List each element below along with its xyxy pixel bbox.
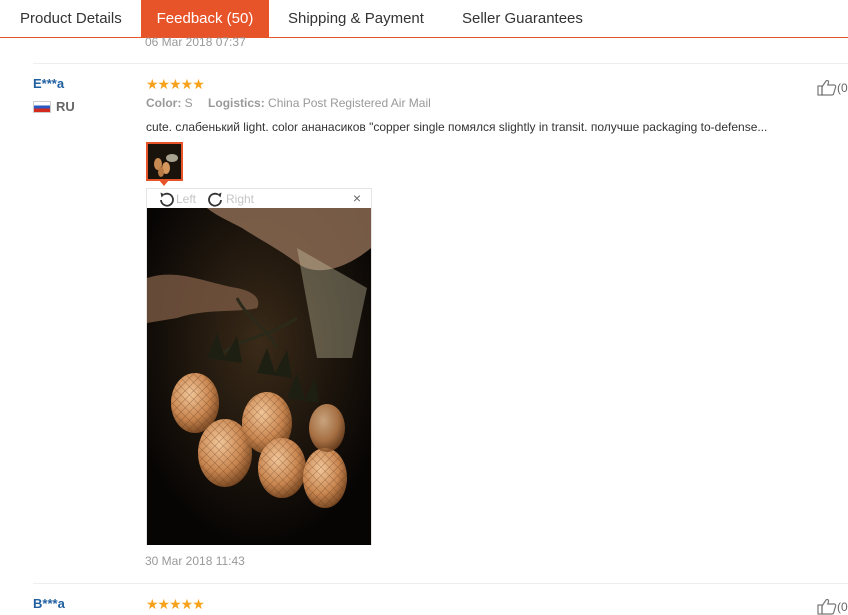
reviewer-name[interactable]: E***a [33, 76, 64, 91]
thumbs-up-icon [817, 79, 837, 96]
tab-bar: Product Details Feedback (50) Shipping &… [0, 0, 848, 38]
close-viewer-button[interactable]: × [353, 190, 361, 206]
next-star-rating: ★★★★★ [146, 596, 205, 612]
thumbnail-pointer [159, 180, 169, 186]
next-reviewer-name[interactable]: B***a [33, 596, 65, 611]
logistics-value: China Post Registered Air Mail [268, 96, 431, 110]
country-code: RU [56, 99, 75, 114]
rotate-right-label: Right [226, 191, 255, 206]
review-photo [147, 208, 371, 545]
tab-product-details[interactable]: Product Details [20, 0, 122, 37]
helpful-count: (0 [837, 80, 848, 95]
russia-flag-icon [33, 100, 51, 113]
photo-viewer: Left Right × [146, 188, 372, 545]
color-value: S [184, 96, 193, 110]
rotate-right-icon [208, 192, 222, 207]
review-text: cute. слабенький light. color ананасиков… [146, 120, 768, 134]
helpful-button[interactable]: (0 [817, 79, 848, 96]
previous-review-date: 06 Mar 2018 07:37 [145, 35, 246, 49]
review-divider [33, 63, 848, 64]
rotate-left-icon [160, 192, 174, 207]
rotate-left-label: Left [176, 191, 197, 206]
rotate-left-button[interactable]: Left [157, 189, 196, 208]
star-rating: ★★★★★ [146, 76, 205, 92]
tab-shipping-payment[interactable]: Shipping & Payment [288, 0, 424, 37]
logistics-label: Logistics: [208, 96, 265, 110]
review-attributes: Color: S Logistics: China Post Registere… [146, 96, 431, 110]
next-helpful-button[interactable]: (0 [817, 598, 848, 615]
tab-seller-guarantees[interactable]: Seller Guarantees [462, 0, 583, 37]
color-label: Color: [146, 96, 182, 110]
tab-feedback[interactable]: Feedback (50) [141, 0, 269, 38]
reviewer-country: RU [33, 99, 75, 114]
review-photo-thumbnail[interactable] [146, 142, 183, 181]
rotate-right-button[interactable]: Right [207, 189, 254, 208]
photo-viewer-toolbar: Left Right × [147, 189, 371, 208]
review-divider [33, 583, 848, 584]
next-helpful-count: (0 [837, 599, 848, 614]
review-date: 30 Mar 2018 11:43 [145, 554, 245, 568]
thumbs-up-icon [817, 598, 837, 615]
